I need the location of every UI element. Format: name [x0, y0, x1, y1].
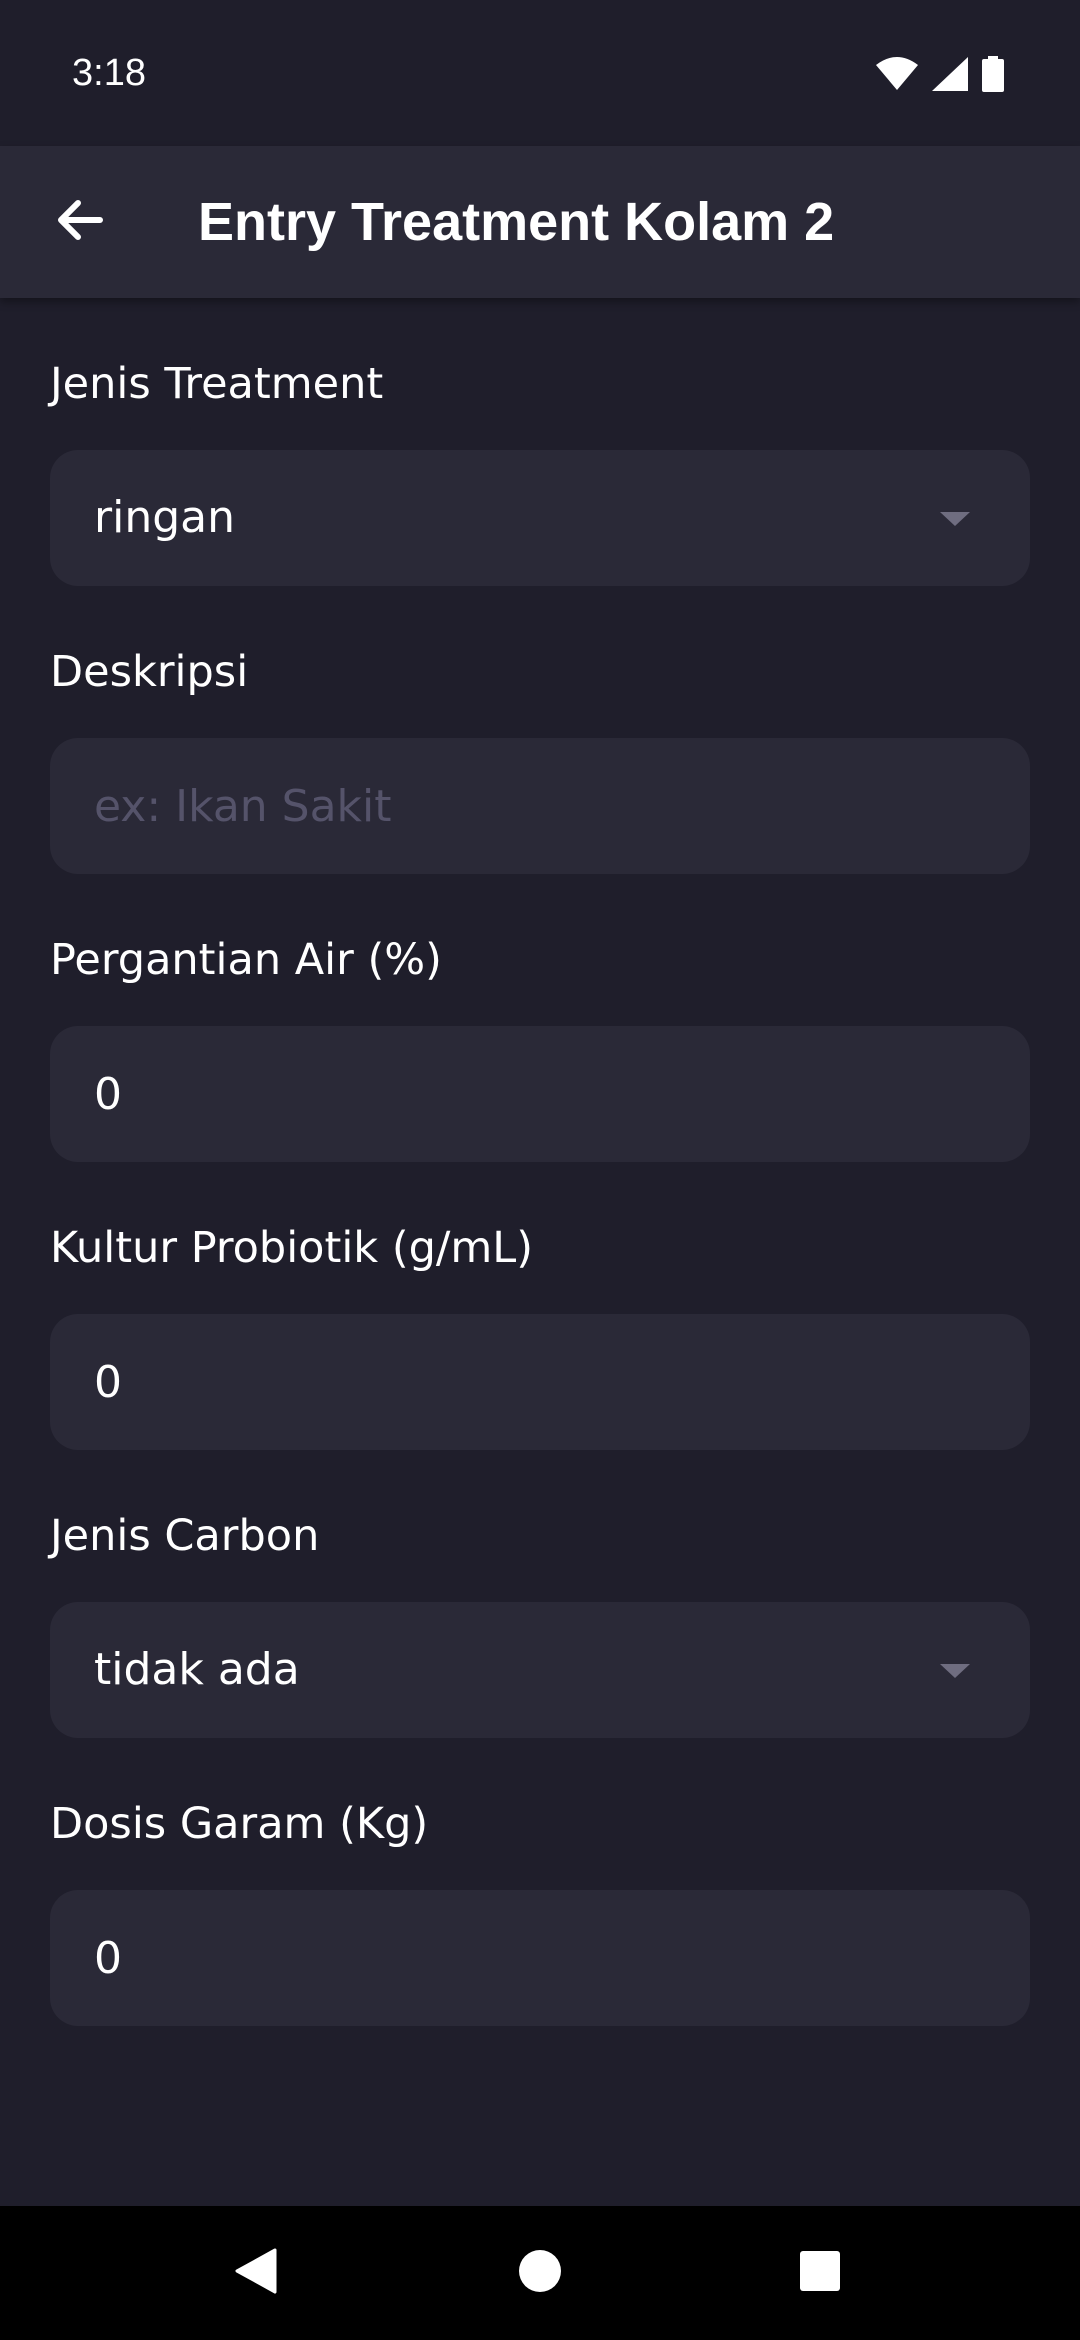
jenis-treatment-label: Jenis Treatment	[50, 359, 384, 409]
nav-back-icon	[235, 2248, 277, 2299]
kultur-probiotik-label: Kultur Probiotik (g/mL)	[50, 1223, 534, 1273]
pergantian-air-field-container	[50, 1026, 1030, 1162]
pergantian-air-label: Pergantian Air (%)	[50, 935, 442, 985]
kultur-probiotik-field[interactable]	[50, 1314, 1030, 1450]
deskripsi-field-container	[50, 738, 1030, 874]
nav-recents-icon	[799, 2250, 841, 2297]
nav-recents-button[interactable]	[760, 2206, 880, 2340]
jenis-carbon-value: tidak ada	[94, 1644, 300, 1695]
cellular-signal-icon	[932, 57, 968, 96]
status-bar: 3:18	[0, 0, 1080, 146]
deskripsi-label: Deskripsi	[50, 647, 249, 697]
dropdown-arrow-icon	[940, 1664, 970, 1678]
battery-icon	[982, 56, 1004, 97]
kultur-probiotik-field-container	[50, 1314, 1030, 1450]
dosis-garam-field[interactable]	[50, 1890, 1030, 2026]
jenis-treatment-value: ringan	[94, 492, 235, 543]
jenis-carbon-select[interactable]: tidak ada	[50, 1602, 1030, 1738]
jenis-carbon-label: Jenis Carbon	[50, 1511, 320, 1561]
system-nav-bar	[0, 2206, 1080, 2340]
nav-home-icon	[518, 2249, 562, 2298]
dropdown-arrow-icon	[940, 512, 970, 526]
app-bar: Entry Treatment Kolam 2	[0, 146, 1080, 298]
jenis-treatment-select[interactable]: ringan	[50, 450, 1030, 586]
deskripsi-field[interactable]	[50, 738, 1030, 874]
status-icons	[876, 56, 1004, 97]
arrow-left-icon	[56, 198, 104, 247]
nav-home-button[interactable]	[480, 2206, 600, 2340]
page-title: Entry Treatment Kolam 2	[198, 192, 835, 252]
dosis-garam-label: Dosis Garam (Kg)	[50, 1799, 429, 1849]
treatment-form: Jenis Treatment ringan Deskripsi Pergant…	[50, 298, 1030, 2026]
nav-back-button[interactable]	[196, 2206, 316, 2340]
pergantian-air-field[interactable]	[50, 1026, 1030, 1162]
wifi-icon	[876, 57, 918, 96]
back-button[interactable]	[40, 182, 120, 262]
status-time: 3:18	[72, 52, 146, 94]
dosis-garam-field-container	[50, 1890, 1030, 2026]
